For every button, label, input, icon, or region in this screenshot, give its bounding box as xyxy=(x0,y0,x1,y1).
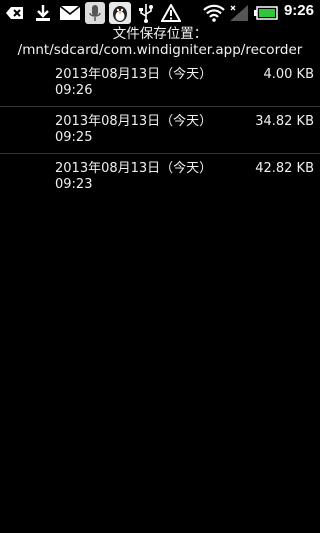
recording-size: 34.82 KB xyxy=(255,114,314,129)
warning-icon xyxy=(160,0,182,25)
recording-size: 42.82 KB xyxy=(255,161,314,176)
mic-app-icon xyxy=(84,0,106,25)
mail-icon xyxy=(58,0,82,25)
back-icon xyxy=(4,0,26,25)
signal-icon xyxy=(228,0,250,25)
save-location: 文件保存位置： /mnt/sdcard/com.windigniter.app/… xyxy=(0,26,320,58)
list-item[interactable]: 2013年08月13日（今天） 09:23 42.82 KB xyxy=(0,154,320,200)
clock: 9:26 xyxy=(283,2,314,19)
download-icon xyxy=(32,0,54,25)
list-item[interactable]: 2013年08月13日（今天） 09:26 4.00 KB xyxy=(0,60,320,107)
recording-date: 2013年08月13日（今天） 09:23 xyxy=(55,161,213,192)
save-location-label: 文件保存位置： xyxy=(112,26,208,42)
recording-list: 2013年08月13日（今天） 09:26 4.00 KB 2013年08月13日… xyxy=(0,60,320,200)
list-item[interactable]: 2013年08月13日（今天） 09:25 34.82 KB xyxy=(0,107,320,154)
penguin-app-icon xyxy=(108,0,132,25)
recording-date: 2013年08月13日（今天） 09:25 xyxy=(55,114,213,145)
recording-size: 4.00 KB xyxy=(263,67,314,82)
battery-icon xyxy=(253,0,279,25)
status-bar: 9:26 xyxy=(0,0,320,25)
wifi-icon xyxy=(201,0,227,25)
recording-date: 2013年08月13日（今天） 09:26 xyxy=(55,67,213,98)
usb-icon xyxy=(136,0,156,25)
save-location-path: /mnt/sdcard/com.windigniter.app/recorder xyxy=(17,42,303,58)
